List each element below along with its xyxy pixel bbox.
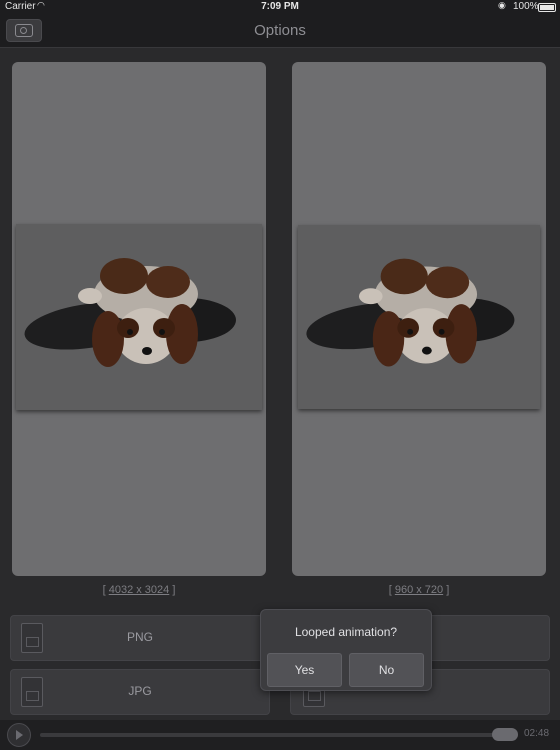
playback-track[interactable] <box>40 733 518 737</box>
resized-preview-card[interactable] <box>292 62 546 576</box>
battery-icon <box>538 3 556 12</box>
looped-animation-dialog: Looped animation? Yes No <box>260 609 432 691</box>
page-title: Options <box>254 22 306 39</box>
play-icon[interactable] <box>7 723 31 747</box>
status-bar: Carrier ◠ 7:09 PM ◉ 100% <box>0 0 560 14</box>
resized-size-label[interactable]: [ 960 x 720 ] <box>292 584 546 596</box>
original-size-label[interactable]: [ 4032 x 3024 ] <box>12 584 266 596</box>
yes-button[interactable]: Yes <box>267 653 342 687</box>
original-size-value: 4032 x 3024 <box>108 584 170 596</box>
dialog-title: Looped animation? <box>294 625 398 639</box>
playback-time: 02:48 <box>524 728 550 739</box>
original-preview-card[interactable] <box>12 62 266 576</box>
playback-bar: 02:48 <box>0 720 560 750</box>
battery-percent: 100% <box>513 1 539 12</box>
nav-bar: Options <box>0 14 560 48</box>
png-label: PNG <box>126 630 153 644</box>
dog-photo-resized <box>298 225 540 409</box>
status-time: 7:09 PM <box>261 1 299 12</box>
png-button[interactable]: PNG <box>10 615 270 661</box>
playback-thumb[interactable] <box>492 728 518 741</box>
jpg-button[interactable]: JPG <box>10 669 270 715</box>
orientation-lock-icon: ◉ <box>498 0 506 10</box>
jpg-label: JPG <box>128 684 152 698</box>
no-button[interactable]: No <box>349 653 424 687</box>
resized-size-value: 960 x 720 <box>394 584 444 596</box>
dog-photo-original <box>16 224 262 410</box>
